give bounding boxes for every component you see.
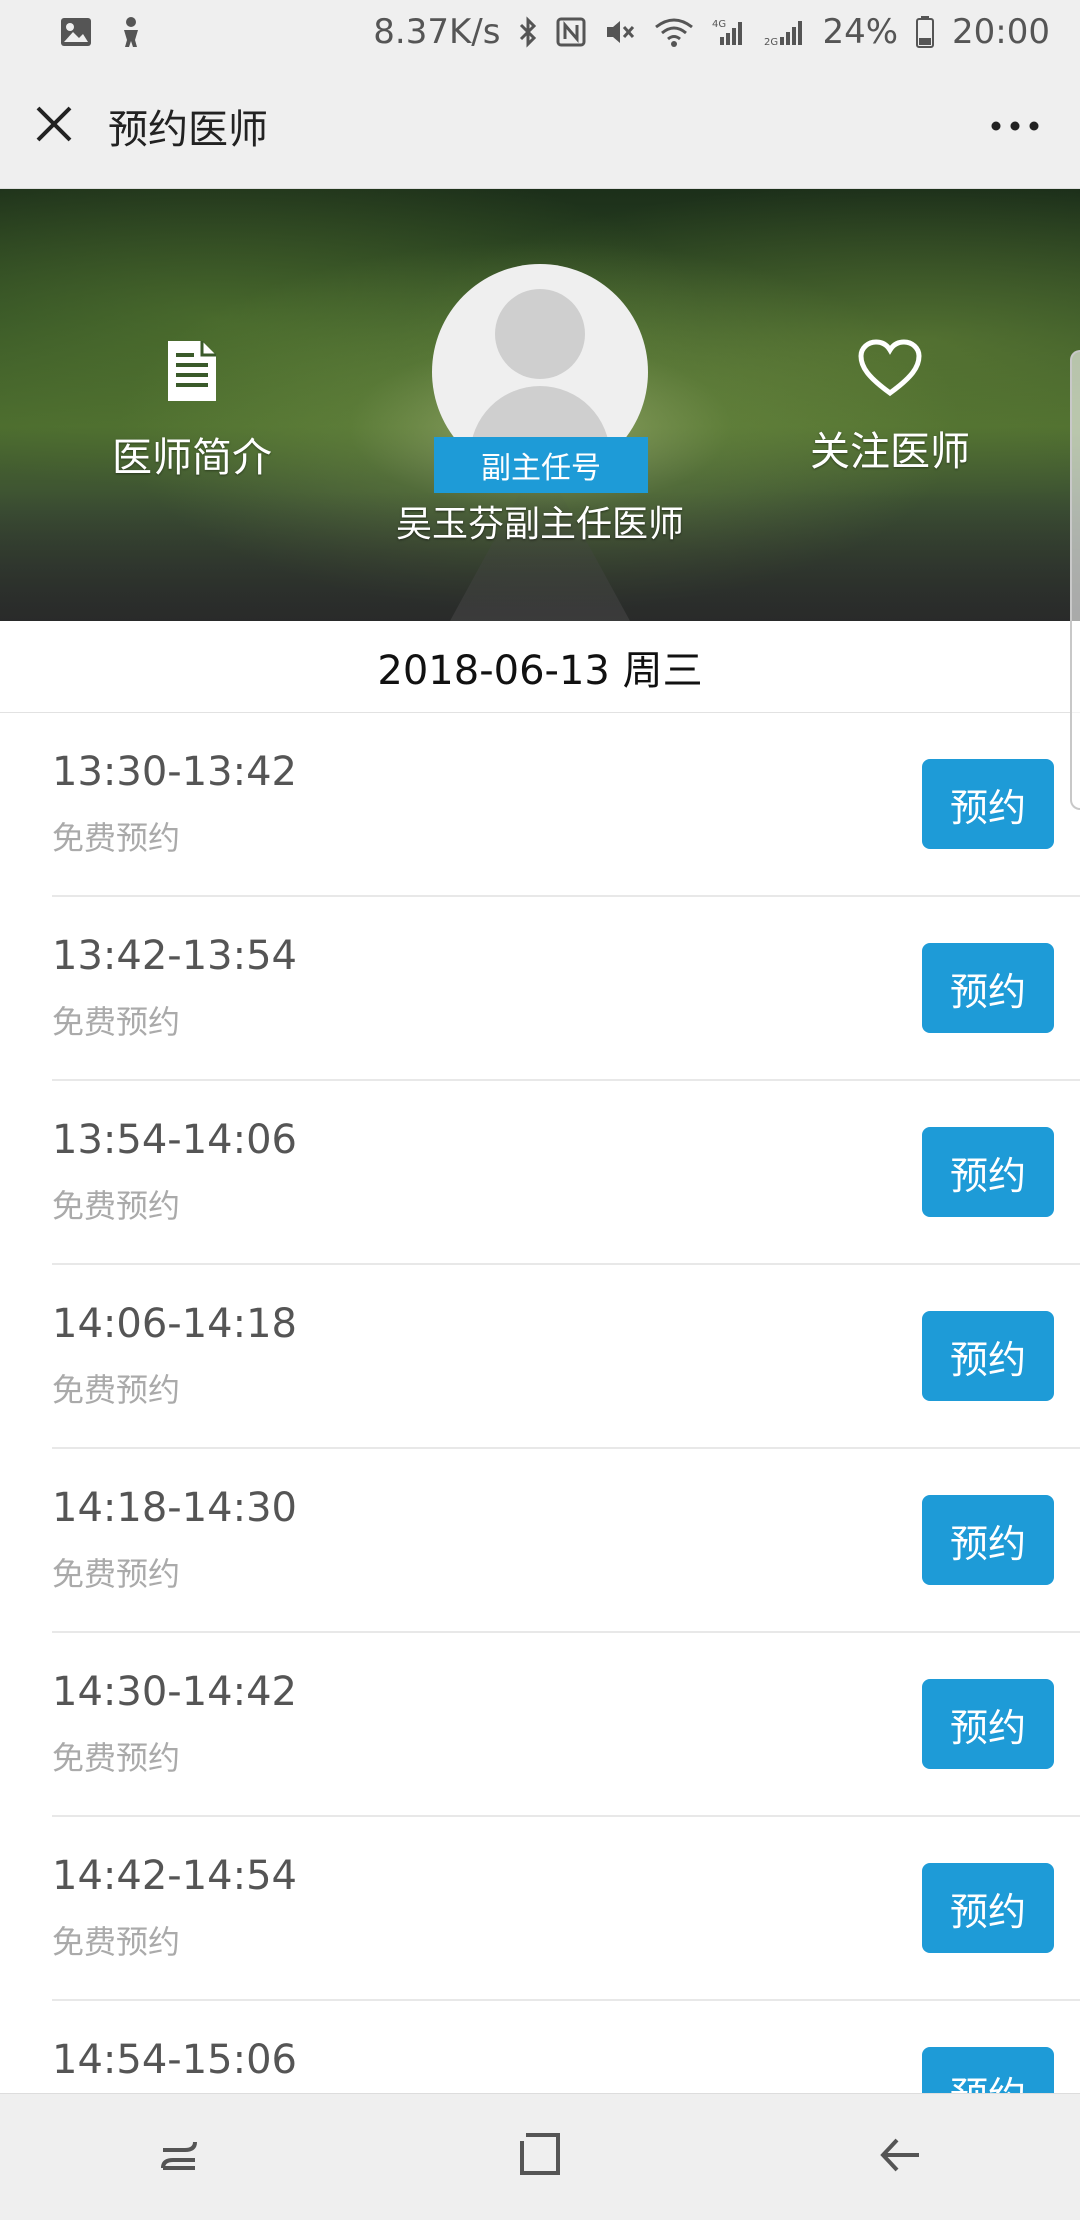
slot-type: 免费预约 [52, 1365, 180, 1411]
slot-type: 免费预约 [52, 1917, 180, 1963]
close-icon [34, 104, 74, 148]
slot-time: 14:30-14:42 [52, 1669, 297, 1715]
close-button[interactable] [4, 64, 104, 189]
doctor-name: 吴玉芬副主任医师 [0, 495, 1080, 547]
more-button[interactable] [990, 64, 1040, 189]
bluetooth-icon [518, 16, 538, 48]
home-button[interactable] [450, 2094, 630, 2221]
slot-time: 13:30-13:42 [52, 749, 297, 795]
slot-time: 13:42-13:54 [52, 933, 297, 979]
slot-list: 13:30-13:42 免费预约 预约 13:42-13:54 免费预约 预约 … [0, 713, 1080, 2093]
system-nav-bar [0, 2093, 1080, 2220]
status-right: 8.37K/s 4G 2G 24% 20:00 [373, 12, 1050, 52]
slot-time: 13:54-14:06 [52, 1117, 297, 1163]
list-item: 13:54-14:06 免费预约 预约 [52, 1081, 1080, 1265]
battery-icon [916, 16, 934, 48]
slot-type: 免费预约 [52, 813, 180, 859]
slot-time: 14:18-14:30 [52, 1485, 297, 1531]
book-button[interactable]: 预约 [922, 2047, 1054, 2093]
slot-time: 14:42-14:54 [52, 1853, 297, 1899]
heart-icon [858, 339, 922, 407]
slot-type: 免费预约 [52, 997, 180, 1043]
book-button[interactable]: 预约 [922, 943, 1054, 1033]
svg-text:2G: 2G [764, 37, 778, 47]
slot-type: 免费预约 [52, 1549, 180, 1595]
list-item: 14:18-14:30 免费预约 预约 [52, 1449, 1080, 1633]
follow-doctor-label: 关注医师 [810, 419, 970, 477]
list-item: 13:42-13:54 免费预约 预约 [52, 897, 1080, 1081]
book-button[interactable]: 预约 [922, 1863, 1054, 1953]
recents-icon [155, 2130, 205, 2184]
image-icon [60, 17, 92, 47]
list-item: 14:42-14:54 免费预约 预约 [52, 1817, 1080, 2001]
clock: 20:00 [952, 12, 1050, 52]
title-badge: 副主任号 [434, 437, 648, 493]
doctor-banner: 医师简介 副主任号 吴玉芬副主任医师 关注医师 [0, 189, 1080, 621]
nfc-icon [556, 17, 586, 47]
edge-panel-handle[interactable] [1070, 350, 1080, 810]
list-item: 14:06-14:18 免费预约 预约 [52, 1265, 1080, 1449]
mute-icon [604, 17, 636, 47]
slot-type: 免费预约 [52, 1181, 180, 1227]
book-button[interactable]: 预约 [922, 1127, 1054, 1217]
battery-percent: 24% [822, 12, 898, 52]
book-button[interactable]: 预约 [922, 1311, 1054, 1401]
list-item: 14:54-15:06 免费预约 预约 [52, 2001, 1080, 2093]
4g-signal-icon: 4G [712, 17, 746, 47]
wifi-icon [654, 17, 694, 47]
page-title: 预约医师 [108, 97, 268, 155]
slot-time: 14:06-14:18 [52, 1301, 297, 1347]
app-header: 预约医师 [0, 64, 1080, 189]
document-icon [166, 339, 218, 413]
recents-button[interactable] [90, 2094, 270, 2221]
book-button[interactable]: 预约 [922, 1495, 1054, 1585]
home-icon [516, 2131, 564, 2183]
list-item: 14:30-14:42 免费预约 预约 [52, 1633, 1080, 1817]
doctor-intro-label: 医师简介 [112, 425, 272, 483]
2g-signal-icon: 2G [764, 17, 804, 47]
slot-type: 免费预约 [52, 1733, 180, 1779]
book-button[interactable]: 预约 [922, 759, 1054, 849]
person-icon [118, 16, 144, 48]
net-speed: 8.37K/s [373, 12, 500, 52]
back-button[interactable] [810, 2094, 990, 2221]
back-icon [875, 2130, 925, 2184]
schedule-date: 2018-06-13 周三 [0, 621, 1080, 713]
book-button[interactable]: 预约 [922, 1679, 1054, 1769]
status-left [60, 16, 144, 48]
status-bar: 8.37K/s 4G 2G 24% 20:00 [0, 0, 1080, 64]
avatar-head [495, 289, 585, 379]
slot-time: 14:54-15:06 [52, 2037, 297, 2083]
more-icon [990, 117, 1040, 136]
follow-doctor-button[interactable]: 关注医师 [770, 339, 1010, 477]
svg-text:4G: 4G [712, 19, 726, 30]
list-item: 13:30-13:42 免费预约 预约 [52, 713, 1080, 897]
doctor-intro-button[interactable]: 医师简介 [72, 339, 312, 483]
